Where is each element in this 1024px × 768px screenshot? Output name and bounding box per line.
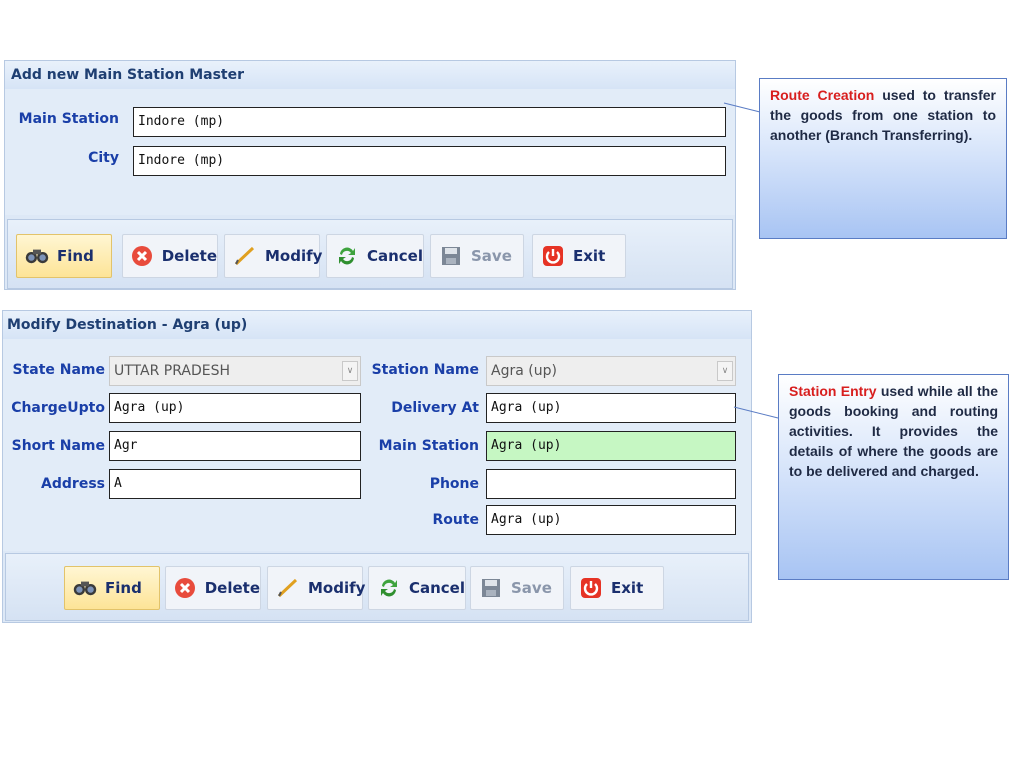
- exit-label: Exit: [573, 247, 606, 265]
- modify-destination-panel: Modify Destination - Agra (up) State Nam…: [2, 310, 752, 623]
- cancel-label: Cancel: [408, 579, 465, 597]
- route-input[interactable]: Agra (up): [486, 505, 736, 535]
- exit-button[interactable]: Exit: [570, 566, 664, 610]
- floppy-disk-icon: [439, 244, 463, 268]
- find-label: Find: [105, 579, 142, 597]
- exit-label: Exit: [611, 579, 644, 597]
- panel-title: Add new Main Station Master: [5, 61, 735, 90]
- station-name-label: Station Name: [371, 362, 479, 378]
- state-name-value: UTTAR PRADESH: [114, 363, 230, 379]
- exit-button[interactable]: Exit: [532, 234, 626, 278]
- modify-label: Modify: [308, 579, 366, 597]
- power-icon: [579, 576, 603, 600]
- chevron-down-icon[interactable]: ∨: [717, 361, 733, 381]
- pencil-icon: [233, 244, 257, 268]
- modify-label: Modify: [265, 247, 323, 265]
- phone-label: Phone: [429, 476, 479, 492]
- delete-label: Delete: [204, 579, 260, 597]
- cancel-button[interactable]: Cancel: [326, 234, 424, 278]
- station-name-select[interactable]: Agra (up) ∨: [486, 356, 736, 386]
- main-station-label: Main Station: [18, 111, 119, 127]
- short-name-input[interactable]: Agr: [109, 431, 361, 461]
- refresh-icon: [377, 576, 401, 600]
- main-station-input[interactable]: Agra (up): [486, 431, 736, 461]
- toolbar: Find Delete Modify Cancel Save Exit: [5, 553, 749, 621]
- chargeupto-label: ChargeUpto: [11, 400, 105, 416]
- floppy-disk-icon: [479, 576, 503, 600]
- binoculars-icon: [25, 244, 49, 268]
- save-label: Save: [511, 579, 552, 597]
- callout-highlight: Station Entry: [789, 383, 877, 399]
- city-input[interactable]: Indore (mp): [133, 146, 726, 176]
- pencil-icon: [276, 576, 300, 600]
- find-label: Find: [57, 247, 94, 265]
- panel-title: Modify Destination - Agra (up): [3, 311, 751, 340]
- delete-icon: [174, 576, 197, 600]
- address-label: Address: [41, 476, 105, 492]
- phone-input[interactable]: [486, 469, 736, 499]
- city-label: City: [88, 150, 119, 166]
- power-icon: [541, 244, 565, 268]
- find-button[interactable]: Find: [64, 566, 160, 610]
- callout-highlight: Route Creation: [770, 87, 875, 103]
- delete-icon: [131, 244, 154, 268]
- state-name-select[interactable]: UTTAR PRADESH ∨: [109, 356, 361, 386]
- delivery-at-input[interactable]: Agra (up): [486, 393, 736, 423]
- save-label: Save: [471, 247, 512, 265]
- delete-button[interactable]: Delete: [165, 566, 261, 610]
- cancel-button[interactable]: Cancel: [368, 566, 466, 610]
- chargeupto-input[interactable]: Agra (up): [109, 393, 361, 423]
- route-label: Route: [432, 512, 479, 528]
- station-name-value: Agra (up): [491, 363, 557, 379]
- short-name-label: Short Name: [11, 438, 105, 454]
- delete-button[interactable]: Delete: [122, 234, 218, 278]
- toolbar: Find Delete Modify Cancel Save Exit: [7, 219, 733, 289]
- route-creation-callout: Route Creation used to transfer the good…: [759, 78, 1007, 239]
- address-input[interactable]: A: [109, 469, 361, 499]
- main-station-label: Main Station: [378, 438, 479, 454]
- modify-button[interactable]: Modify: [224, 234, 323, 278]
- main-station-input[interactable]: Indore (mp): [133, 107, 726, 137]
- modify-button[interactable]: Modify: [267, 566, 366, 610]
- delete-label: Delete: [161, 247, 217, 265]
- chevron-down-icon[interactable]: ∨: [342, 361, 358, 381]
- cancel-label: Cancel: [366, 247, 423, 265]
- station-entry-callout: Station Entry used while all the goods b…: [778, 374, 1009, 580]
- save-button[interactable]: Save: [430, 234, 524, 278]
- save-button[interactable]: Save: [470, 566, 564, 610]
- find-button[interactable]: Find: [16, 234, 112, 278]
- refresh-icon: [335, 244, 359, 268]
- delivery-at-label: Delivery At: [391, 400, 479, 416]
- main-station-panel: Add new Main Station Master Main Station…: [4, 60, 736, 290]
- binoculars-icon: [73, 576, 97, 600]
- state-name-label: State Name: [12, 362, 105, 378]
